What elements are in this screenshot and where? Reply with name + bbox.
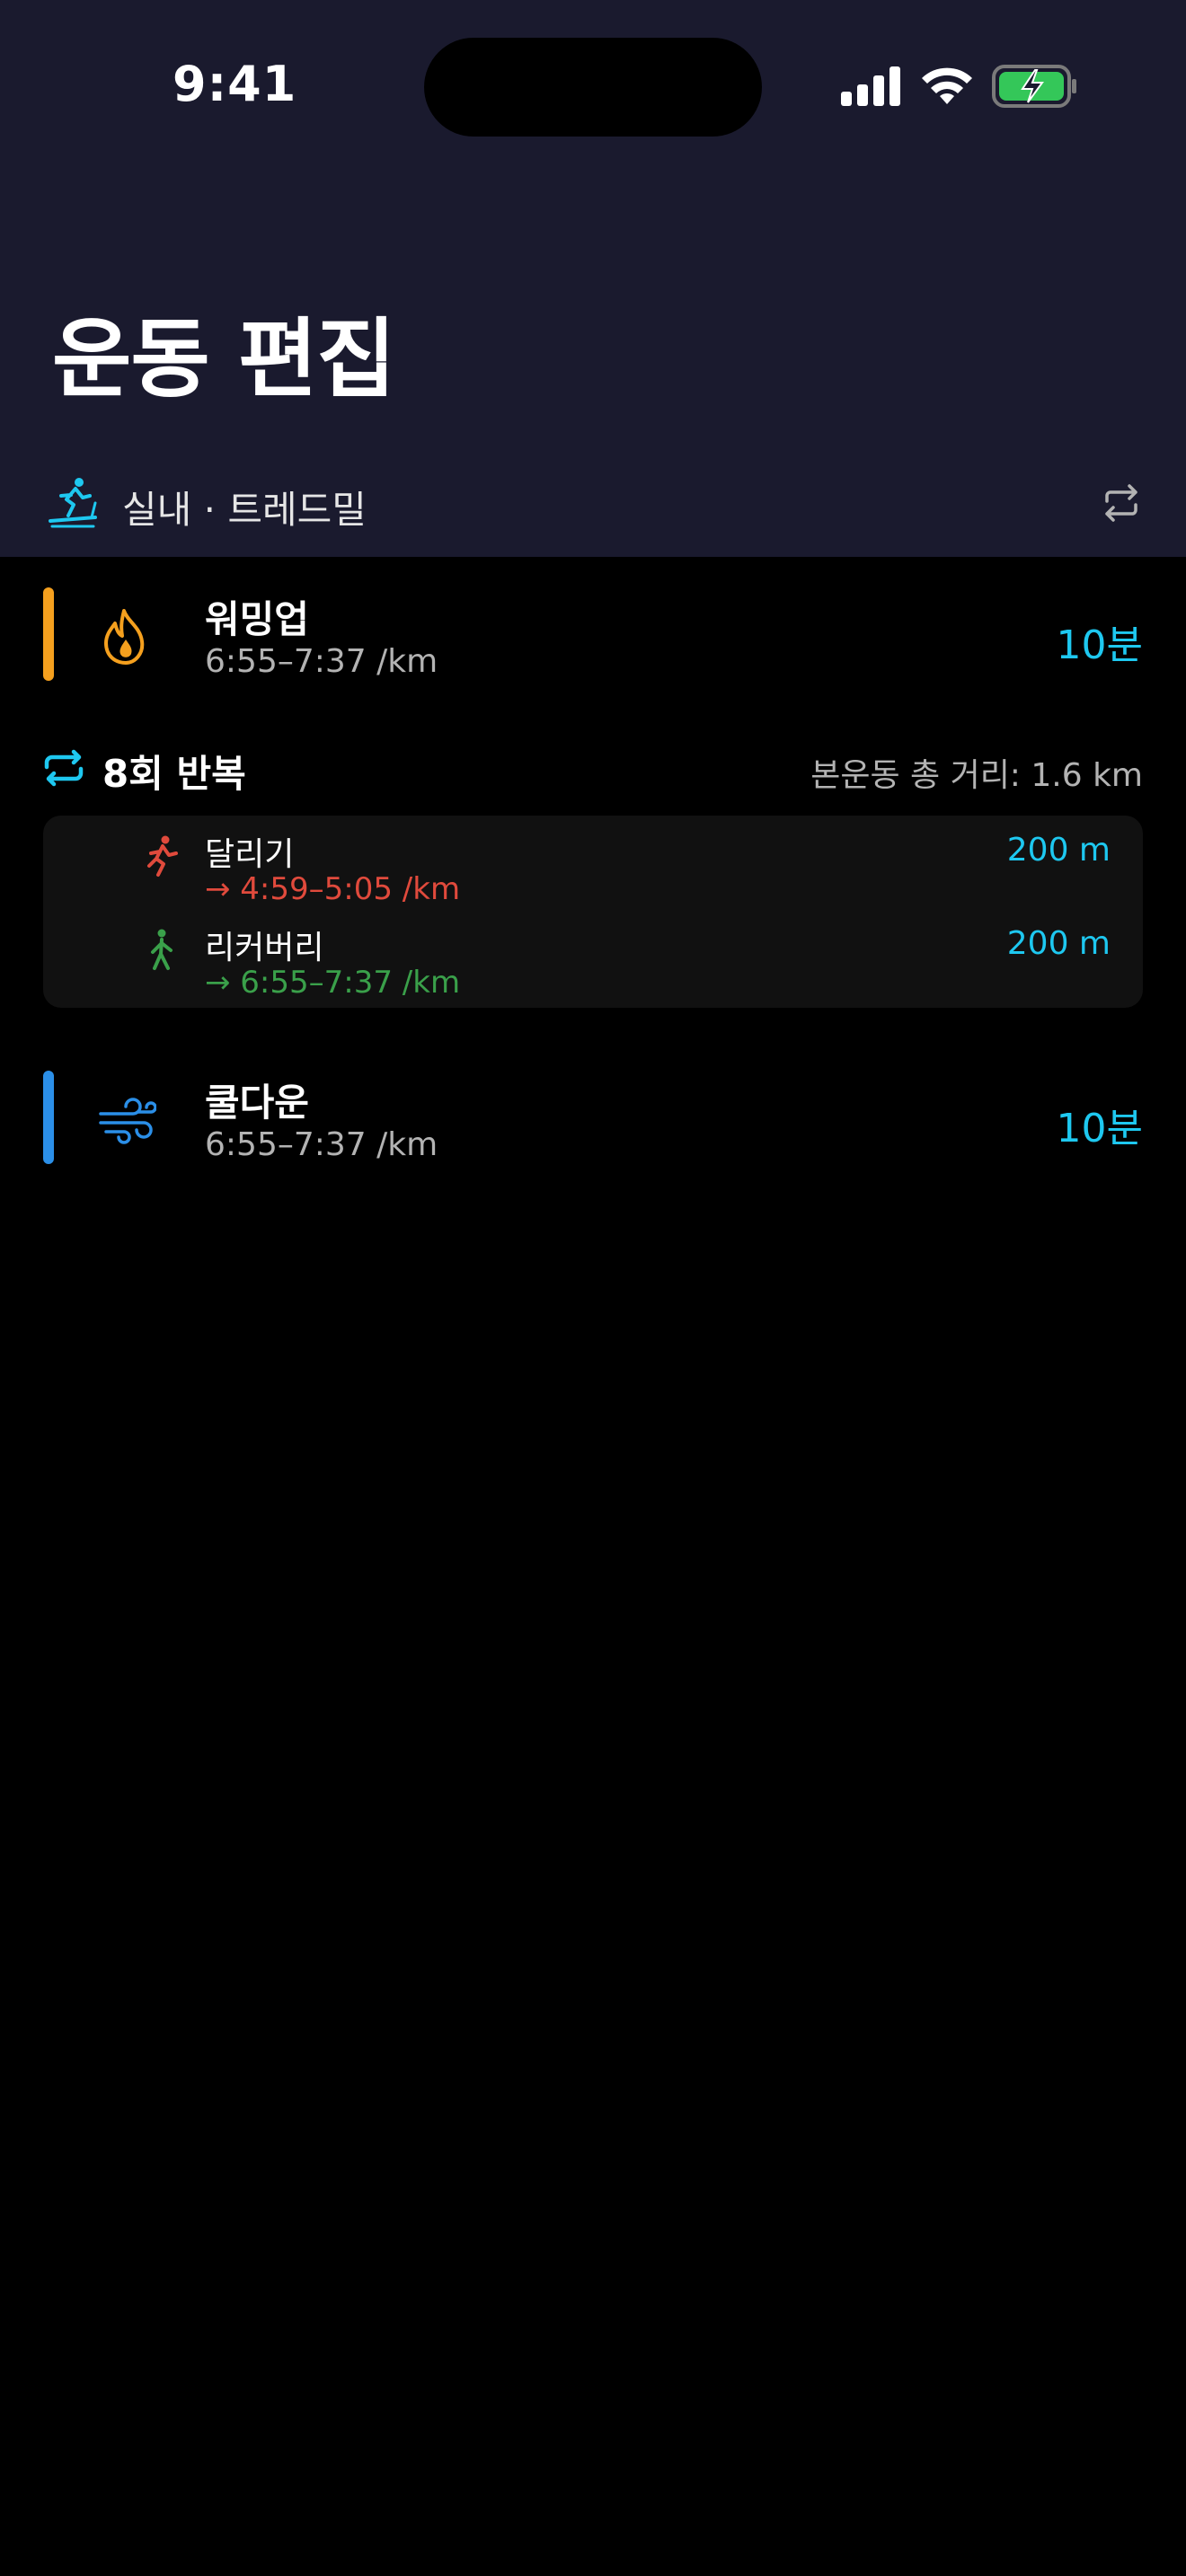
repeat-total-distance: 본운동 총 거리: 1.6 km [810, 757, 1143, 794]
header: 9:41 운동 편집 실내 · 트레드밀 [0, 0, 1186, 557]
battery-charging-icon [992, 65, 1076, 108]
interval-recovery-name: 리커버리 [205, 930, 324, 966]
interval-recovery[interactable]: 리커버리 → 6:55–7:37 /km 200 m [43, 920, 1143, 1006]
warmup-accent-bar [43, 587, 54, 681]
warmup-pace: 6:55–7:37 /km [205, 643, 438, 680]
swap-arrows-icon[interactable] [1100, 481, 1143, 525]
interval-run-distance: 200 m [1006, 832, 1111, 869]
location-row[interactable]: 실내 · 트레드밀 [47, 474, 1143, 532]
status-bar: 9:41 [0, 0, 1186, 171]
warmup-name: 워밍업 [205, 597, 309, 641]
warmup-duration: 10분 [1056, 622, 1143, 668]
repeat-icon [44, 749, 84, 787]
dynamic-island [424, 38, 762, 137]
flame-icon [104, 609, 145, 665]
location-label: 실내 · 트레드밀 [122, 488, 367, 532]
warmup-step[interactable]: 워밍업 6:55–7:37 /km 10분 [43, 587, 1143, 681]
cellular-signal-icon [841, 66, 900, 106]
wind-icon [99, 1098, 156, 1144]
cooldown-step[interactable]: 쿨다운 6:55–7:37 /km 10분 [43, 1071, 1143, 1164]
running-figure-icon [147, 835, 178, 877]
page-title: 운동 편집 [52, 309, 396, 410]
interval-run-name: 달리기 [205, 836, 295, 873]
walking-figure-icon [151, 929, 173, 970]
treadmill-runner-icon [49, 478, 97, 528]
cooldown-name: 쿨다운 [205, 1081, 309, 1125]
cooldown-accent-bar [43, 1071, 54, 1164]
status-time: 9:41 [173, 56, 297, 112]
interval-recovery-pace: → 6:55–7:37 /km [205, 965, 461, 1001]
wifi-icon [922, 67, 972, 104]
repeat-header[interactable]: 8회 반복 본운동 총 거리: 1.6 km [43, 742, 1143, 796]
repeat-title: 8회 반복 [102, 752, 246, 796]
interval-recovery-distance: 200 m [1006, 925, 1111, 962]
interval-run[interactable]: 달리기 → 4:59–5:05 /km 200 m [43, 826, 1143, 913]
cooldown-duration: 10분 [1056, 1106, 1143, 1151]
interval-run-pace: → 4:59–5:05 /km [205, 871, 461, 907]
cooldown-pace: 6:55–7:37 /km [205, 1126, 438, 1163]
repeat-card: 달리기 → 4:59–5:05 /km 200 m 리커버리 → 6:55–7:… [43, 816, 1143, 1008]
